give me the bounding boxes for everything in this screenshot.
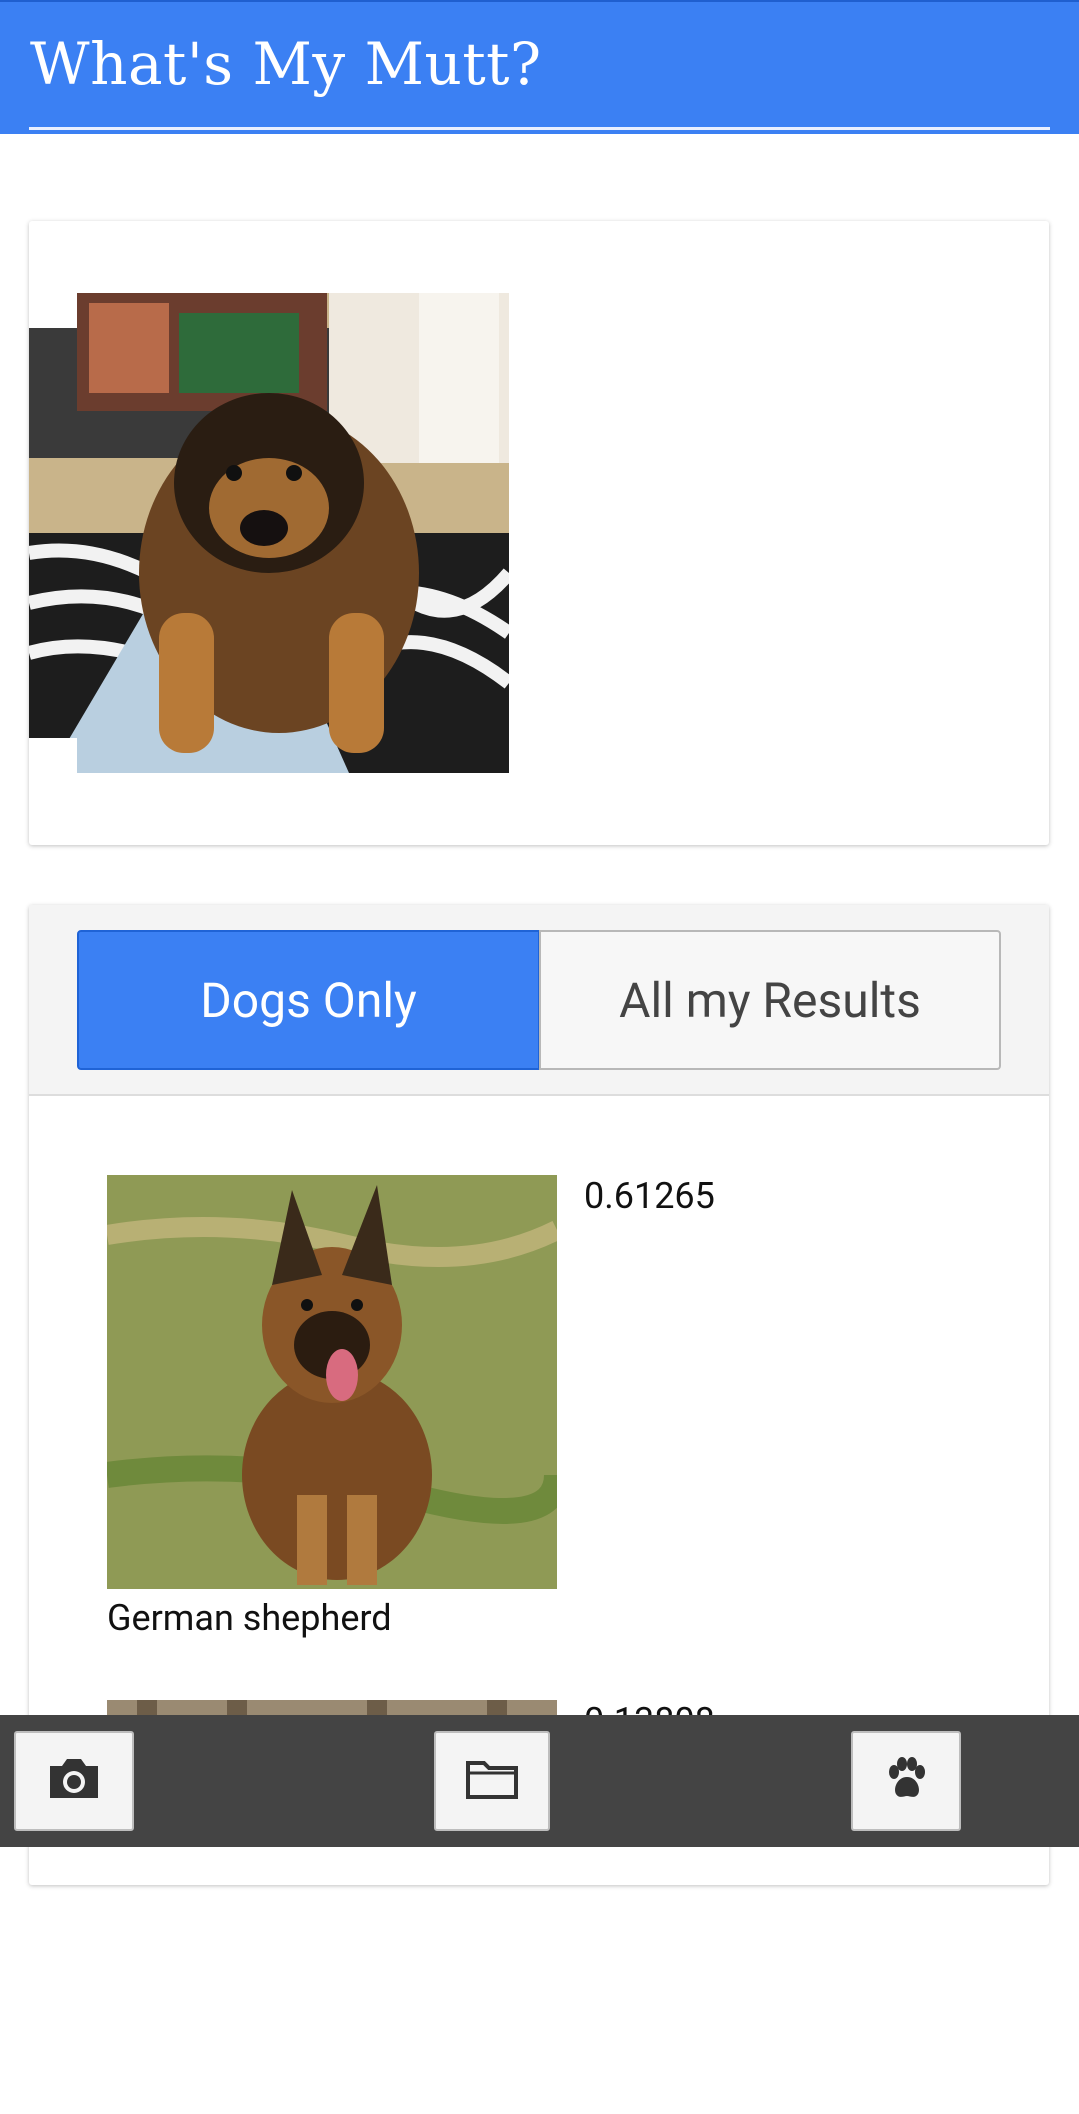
result-score: 0.61265 xyxy=(584,1175,715,1217)
paw-button[interactable] xyxy=(851,1731,961,1831)
open-folder-button[interactable] xyxy=(434,1731,550,1831)
german-shepherd-photo xyxy=(107,1175,557,1589)
tab-dogs-only[interactable]: Dogs Only xyxy=(77,930,540,1070)
result-breed-name: German shepherd xyxy=(107,1597,392,1639)
camera-icon xyxy=(46,1756,102,1806)
uploaded-photo-card xyxy=(29,221,1049,845)
folder-icon xyxy=(464,1757,520,1805)
paw-icon xyxy=(882,1755,930,1807)
header-divider xyxy=(29,127,1050,130)
camera-button[interactable] xyxy=(14,1731,134,1831)
app-header: What's My Mutt? xyxy=(0,0,1079,134)
uploaded-dog-photo[interactable] xyxy=(29,293,509,773)
tab-all-results[interactable]: All my Results xyxy=(539,930,1001,1070)
app-title: What's My Mutt? xyxy=(30,30,542,98)
bottom-toolbar xyxy=(0,1715,1079,1847)
results-filter-tabs: Dogs Only All my Results xyxy=(29,905,1049,1096)
